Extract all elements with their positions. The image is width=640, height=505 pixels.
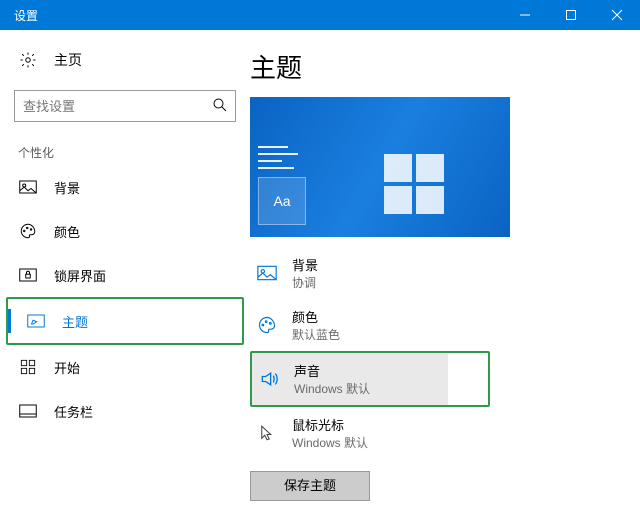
save-theme-button[interactable]: 保存主题 xyxy=(250,471,370,501)
sidebar-item-label: 锁屏界面 xyxy=(54,266,106,285)
option-value: Windows 默认 xyxy=(294,380,370,397)
sidebar-item-background[interactable]: 背景 xyxy=(0,165,250,209)
palette-icon xyxy=(18,221,38,241)
search-input[interactable] xyxy=(14,90,236,122)
speaker-icon xyxy=(258,368,280,390)
sidebar-item-themes[interactable]: 主题 xyxy=(8,299,242,343)
option-value: Windows 默认 xyxy=(292,434,368,451)
gear-icon xyxy=(18,50,38,70)
option-value: 协调 xyxy=(292,274,318,291)
sidebar-home[interactable]: 主页 xyxy=(0,40,250,80)
sidebar-item-lockscreen[interactable]: 锁屏界面 xyxy=(0,253,250,297)
sidebar-item-label: 主题 xyxy=(62,312,88,331)
sidebar-item-label: 任务栏 xyxy=(54,402,93,421)
sidebar-item-label: 颜色 xyxy=(54,222,80,241)
sidebar-item-taskbar[interactable]: 任务栏 xyxy=(0,389,250,433)
maximize-button[interactable] xyxy=(548,0,594,30)
close-button[interactable] xyxy=(594,0,640,30)
option-background[interactable]: 背景 协调 xyxy=(250,247,460,299)
search-icon xyxy=(211,96,229,117)
cursor-icon xyxy=(256,422,278,444)
grid-icon xyxy=(18,357,38,377)
window-title: 设置 xyxy=(0,7,502,24)
theme-preview: Aa xyxy=(250,97,510,237)
sidebar-category: 个性化 xyxy=(0,136,250,165)
option-label: 声音 xyxy=(294,361,370,380)
palette-icon xyxy=(256,314,278,336)
image-icon xyxy=(18,177,38,197)
option-value: 默认蓝色 xyxy=(292,326,340,343)
image-icon xyxy=(256,262,278,284)
sidebar: 主页 个性化 背景 颜色 xyxy=(0,30,250,505)
sidebar-home-label: 主页 xyxy=(54,50,82,70)
option-color[interactable]: 颜色 默认蓝色 xyxy=(250,299,460,351)
windows-logo-icon xyxy=(384,154,444,214)
option-sound[interactable]: 声音 Windows 默认 xyxy=(252,353,448,405)
sidebar-item-label: 背景 xyxy=(54,178,80,197)
option-label: 鼠标光标 xyxy=(292,415,368,434)
page-title: 主题 xyxy=(250,48,630,85)
minimize-button[interactable] xyxy=(502,0,548,30)
content: 主题 Aa xyxy=(250,30,640,505)
titlebar: 设置 xyxy=(0,0,640,30)
preview-sample-tile: Aa xyxy=(258,177,306,225)
window-buttons xyxy=(502,0,640,30)
search-field[interactable] xyxy=(15,91,235,121)
taskbar-icon xyxy=(18,401,38,421)
lock-icon xyxy=(18,265,38,285)
option-label: 背景 xyxy=(292,255,318,274)
sidebar-item-label: 开始 xyxy=(54,358,80,377)
pen-icon xyxy=(26,311,46,331)
sidebar-item-colors[interactable]: 颜色 xyxy=(0,209,250,253)
sidebar-item-start[interactable]: 开始 xyxy=(0,345,250,389)
option-cursor[interactable]: 鼠标光标 Windows 默认 xyxy=(250,407,460,459)
option-label: 颜色 xyxy=(292,307,340,326)
